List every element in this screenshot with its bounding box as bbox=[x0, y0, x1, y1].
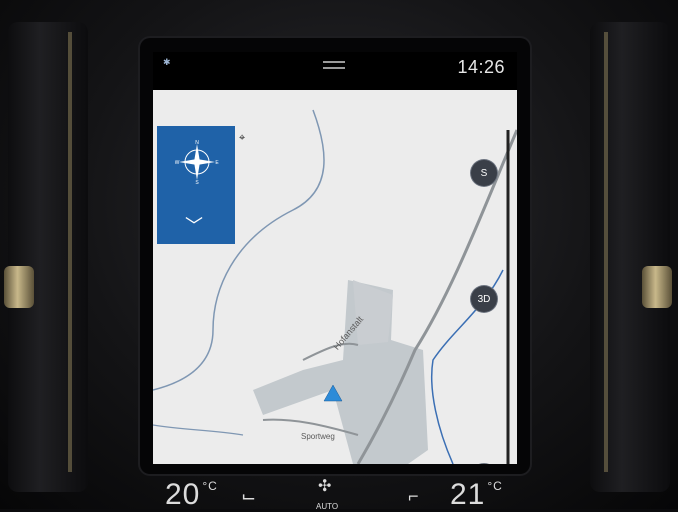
infotainment-screen: ✱ 14:26 N S E W ﹀ ⌖ S 3D Hofanstalt Spor… bbox=[153, 52, 517, 464]
road-label-sportweg: Sportweg bbox=[301, 432, 335, 441]
compass-s: S bbox=[195, 180, 199, 184]
driver-seat-heat-icon[interactable]: ⌙ bbox=[241, 486, 256, 507]
right-vent-knob bbox=[642, 266, 672, 308]
navigation-map[interactable]: N S E W ﹀ ⌖ S 3D ↘ Hofanstalt Sportweg 1… bbox=[153, 90, 517, 464]
auto-label: AUTO bbox=[316, 502, 339, 511]
left-vent-knob bbox=[4, 266, 34, 308]
compass-n: N bbox=[195, 140, 199, 146]
passenger-temp-value: 21 bbox=[450, 478, 486, 511]
status-bar: ✱ 14:26 bbox=[153, 52, 517, 90]
compass-w: W bbox=[175, 160, 180, 166]
compass-icon: N S E W bbox=[175, 140, 219, 184]
3d-view-label: 3D bbox=[477, 293, 491, 305]
driver-temp-value: 20 bbox=[165, 478, 201, 511]
3d-view-button[interactable]: 3D bbox=[471, 286, 497, 312]
passenger-temperature[interactable]: 21 °C bbox=[450, 478, 503, 512]
compass-panel[interactable]: N S E W ﹀ bbox=[157, 126, 235, 244]
voice-guidance-button[interactable]: S bbox=[471, 160, 497, 186]
passenger-temp-unit: °C bbox=[487, 479, 503, 493]
left-air-vent bbox=[4, 22, 88, 492]
compass-e: E bbox=[215, 160, 219, 166]
climate-bar: 20 °C ⌙ ✣ AUTO ⌐ 21 °C bbox=[153, 464, 517, 512]
fan-icon[interactable]: ✣ bbox=[318, 476, 331, 496]
crosshair-icon[interactable]: ⌖ bbox=[239, 132, 245, 145]
right-air-vent bbox=[590, 22, 672, 492]
driver-temp-unit: °C bbox=[202, 479, 218, 493]
fan-status-icon: ✱ bbox=[163, 57, 171, 67]
driver-temperature[interactable]: 20 °C bbox=[165, 478, 218, 512]
passenger-seat-heat-icon[interactable]: ⌐ bbox=[408, 486, 419, 507]
voice-guidance-label: S bbox=[480, 167, 488, 179]
clock: 14:26 bbox=[457, 57, 505, 77]
chevron-down-icon[interactable]: ﹀ bbox=[185, 212, 203, 238]
pull-down-handle[interactable] bbox=[323, 61, 345, 69]
